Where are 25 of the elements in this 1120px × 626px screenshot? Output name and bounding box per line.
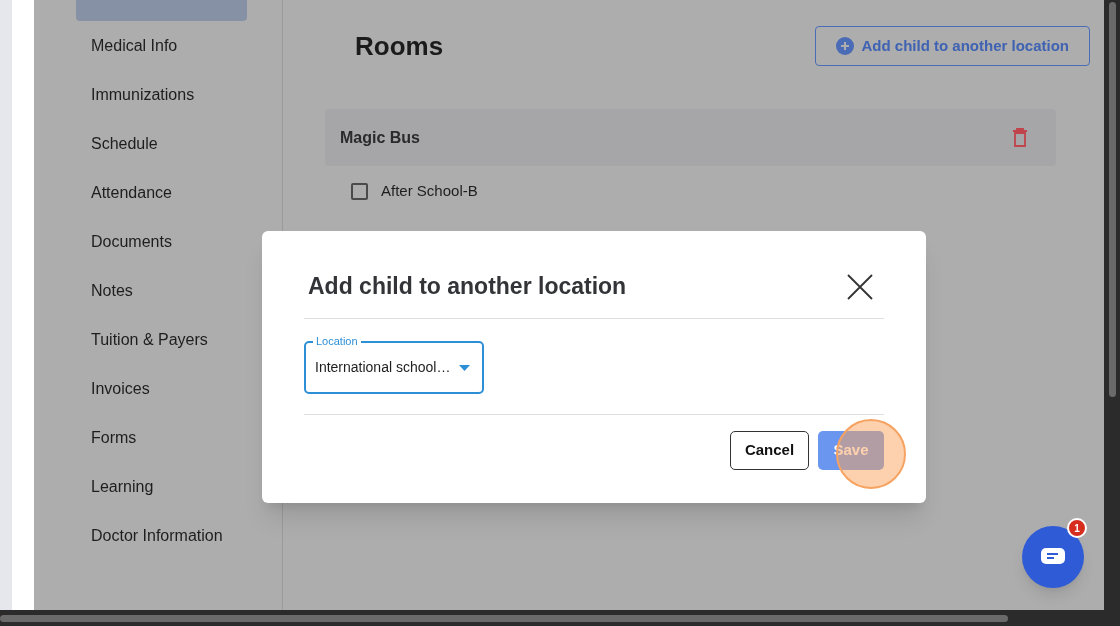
- sidebar-item[interactable]: Doctor Information: [76, 511, 247, 560]
- horizontal-scrollbar-thumb[interactable]: [0, 614, 1008, 622]
- sidebar-item[interactable]: Documents: [76, 217, 247, 266]
- sidebar-item[interactable]: Medical Info: [76, 21, 247, 70]
- sidebar-item[interactable]: Schedule: [76, 119, 247, 168]
- vertical-scrollbar-thumb[interactable]: [1108, 2, 1116, 397]
- room-checkbox[interactable]: [351, 183, 368, 200]
- sidebar-item[interactable]: Invoices: [76, 364, 247, 413]
- group-name: Magic Bus: [340, 127, 420, 148]
- chat-icon: [1041, 548, 1065, 566]
- sidebar-item[interactable]: Learning: [76, 462, 247, 511]
- close-icon[interactable]: [847, 273, 873, 300]
- page-title: Rooms: [355, 29, 444, 63]
- plus-circle-icon: [835, 37, 854, 55]
- sidebar-item[interactable]: Immunizations: [76, 70, 247, 119]
- room-label: After School-B: [381, 181, 478, 202]
- trash-icon[interactable]: [1012, 128, 1028, 147]
- sidebar-item[interactable]: Attendance: [76, 168, 247, 217]
- field-label: Location: [313, 334, 361, 348]
- cancel-button[interactable]: Cancel: [730, 431, 809, 470]
- sidebar-item[interactable]: Tuition & Payers: [76, 315, 247, 364]
- dropdown-arrow-icon: [459, 364, 470, 371]
- sidebar-item[interactable]: Forms: [76, 413, 247, 462]
- sidebar-item[interactable]: Notes: [76, 266, 247, 315]
- dialog-title: Add child to another location: [308, 272, 627, 302]
